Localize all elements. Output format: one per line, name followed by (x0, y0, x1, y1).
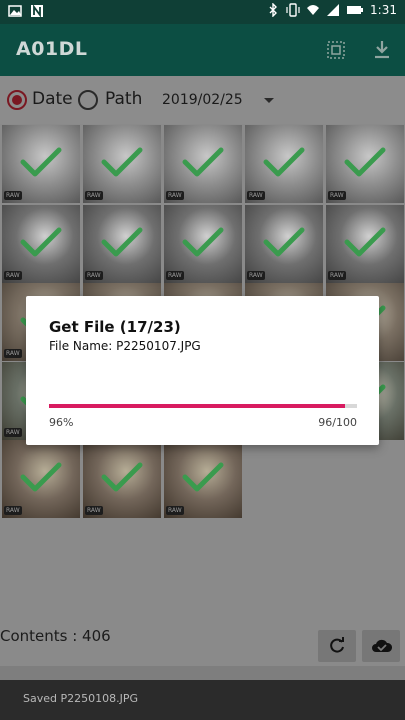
photo-thumbnail[interactable]: RAW (2, 125, 80, 203)
raw-badge: RAW (247, 191, 265, 200)
photo-thumbnail[interactable]: RAW (245, 125, 323, 203)
raw-badge: RAW (4, 191, 22, 200)
photo-thumbnail[interactable]: RAW (245, 205, 323, 283)
photo-thumbnail[interactable]: RAW (164, 440, 242, 518)
progress-percent: 96% (49, 416, 74, 429)
select-all-icon[interactable] (324, 38, 348, 62)
photo-thumbnail[interactable]: RAW (326, 205, 404, 283)
raw-badge: RAW (4, 349, 22, 358)
refresh-icon (330, 637, 344, 653)
cloud-check-icon (372, 639, 393, 652)
photo-thumbnail[interactable]: RAW (2, 205, 80, 283)
raw-badge: RAW (166, 191, 184, 200)
date-radio[interactable] (7, 90, 27, 110)
raw-badge: RAW (4, 428, 22, 437)
contents-count: Contents : 406 (0, 627, 111, 645)
check-icon (101, 147, 143, 177)
refresh-button[interactable] (318, 630, 356, 662)
check-icon (20, 227, 62, 257)
check-icon (20, 147, 62, 177)
wifi-icon (307, 5, 320, 15)
raw-badge: RAW (85, 271, 103, 280)
photo-thumbnail[interactable]: RAW (83, 205, 161, 283)
bluetooth-icon (269, 3, 278, 17)
progress-track (49, 404, 357, 408)
raw-badge: RAW (85, 191, 103, 200)
check-icon (101, 462, 143, 492)
download-icon[interactable] (370, 38, 394, 62)
check-icon (20, 462, 62, 492)
photo-thumbnail[interactable]: RAW (164, 205, 242, 283)
battery-icon (347, 6, 364, 14)
bottom-navigation (0, 666, 405, 680)
raw-badge: RAW (328, 191, 346, 200)
n-notification-icon (31, 4, 43, 18)
app-bar: A01DL (0, 24, 405, 76)
date-radio-label[interactable]: Date (32, 89, 73, 109)
dialog-title: Get File (17/23) (49, 318, 181, 336)
check-icon (182, 147, 224, 177)
toast-message: Saved P2250108.JPG (0, 680, 405, 720)
check-icon (101, 227, 143, 257)
progress-count: 96/100 (318, 416, 357, 429)
check-icon (344, 227, 386, 257)
progress-dialog: Get File (17/23) File Name: P2250107.JPG… (26, 296, 379, 445)
photo-thumbnail[interactable]: RAW (164, 125, 242, 203)
signal-icon (327, 4, 340, 16)
filter-row: Date Path 2019/02/25 (0, 76, 405, 124)
raw-badge: RAW (166, 271, 184, 280)
photo-thumbnail[interactable]: RAW (83, 440, 161, 518)
cloud-check-button[interactable] (362, 630, 400, 662)
check-icon (182, 462, 224, 492)
date-dropdown-value[interactable]: 2019/02/25 (162, 92, 243, 108)
check-icon (344, 147, 386, 177)
chevron-down-icon[interactable] (264, 98, 274, 103)
image-notification-icon (8, 5, 22, 17)
raw-badge: RAW (328, 271, 346, 280)
raw-badge: RAW (4, 506, 22, 515)
check-icon (263, 147, 305, 177)
photo-thumbnail[interactable]: RAW (2, 440, 80, 518)
progress-fill (49, 404, 345, 408)
check-icon (263, 227, 305, 257)
dialog-file-name: File Name: P2250107.JPG (49, 339, 201, 353)
app-title: A01DL (16, 38, 88, 60)
vibrate-icon (286, 3, 300, 17)
toast-text: Saved P2250108.JPG (23, 692, 139, 705)
raw-badge: RAW (247, 271, 265, 280)
raw-badge: RAW (85, 506, 103, 515)
raw-badge: RAW (4, 271, 22, 280)
check-icon (182, 227, 224, 257)
photo-thumbnail[interactable]: RAW (326, 125, 404, 203)
path-radio[interactable] (78, 90, 98, 110)
status-bar: 1:31 (0, 0, 405, 24)
raw-badge: RAW (166, 506, 184, 515)
status-time: 1:31 (370, 3, 397, 17)
path-radio-label[interactable]: Path (105, 89, 142, 109)
photo-thumbnail[interactable]: RAW (83, 125, 161, 203)
